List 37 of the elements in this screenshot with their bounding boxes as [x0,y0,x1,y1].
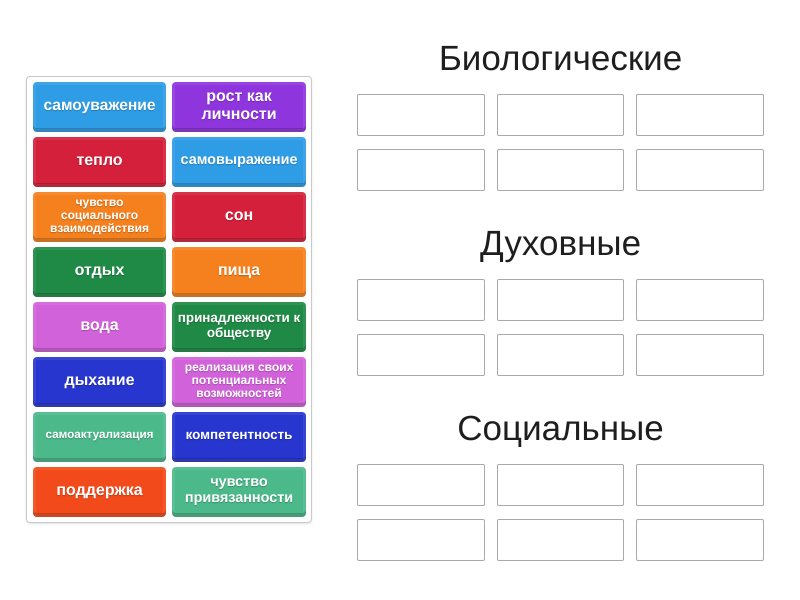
word-tile[interactable]: самоактуализация [33,412,166,462]
word-tile[interactable]: пища [172,247,306,297]
drop-box[interactable] [496,149,624,191]
drop-box[interactable] [496,334,624,376]
drop-box[interactable] [636,149,764,191]
word-tile[interactable]: поддержка [33,467,166,517]
word-tile[interactable]: вода [33,302,166,352]
word-tile[interactable]: отдых [33,247,166,297]
group-heading: Духовные [478,223,642,265]
word-tile[interactable]: чувство привязанности [172,467,306,517]
group-heading: Биологические [438,38,684,80]
word-tile[interactable]: рост как личности [172,82,306,132]
word-tile[interactable]: сон [172,192,306,242]
word-tile[interactable]: принадлежности к обществу [172,302,306,352]
word-tile[interactable]: самовыражение [172,137,306,187]
drop-box[interactable] [636,279,764,321]
drop-box[interactable] [636,334,764,376]
word-tile[interactable]: тепло [33,137,166,187]
word-tile[interactable]: реализация своих потенциальных возможностей [172,357,306,407]
word-tile[interactable]: чувство социального взаимодействия [33,192,166,242]
word-tile[interactable]: самоуважение [33,82,166,132]
drop-box[interactable] [357,149,485,191]
drop-box[interactable] [357,519,485,561]
drop-box[interactable] [357,464,485,506]
drop-box[interactable] [357,334,485,376]
drop-box[interactable] [636,464,764,506]
drop-box[interactable] [496,94,624,136]
drop-box[interactable] [357,94,485,136]
word-tile[interactable]: дыхание [33,357,166,407]
drop-box[interactable] [496,279,624,321]
drop-box[interactable] [496,519,624,561]
group-heading: Социальные [456,408,665,450]
word-tile[interactable]: компетентность [172,412,306,462]
drop-box[interactable] [636,94,764,136]
drop-box[interactable] [496,464,624,506]
drop-box[interactable] [636,519,764,561]
drop-box[interactable] [357,279,485,321]
